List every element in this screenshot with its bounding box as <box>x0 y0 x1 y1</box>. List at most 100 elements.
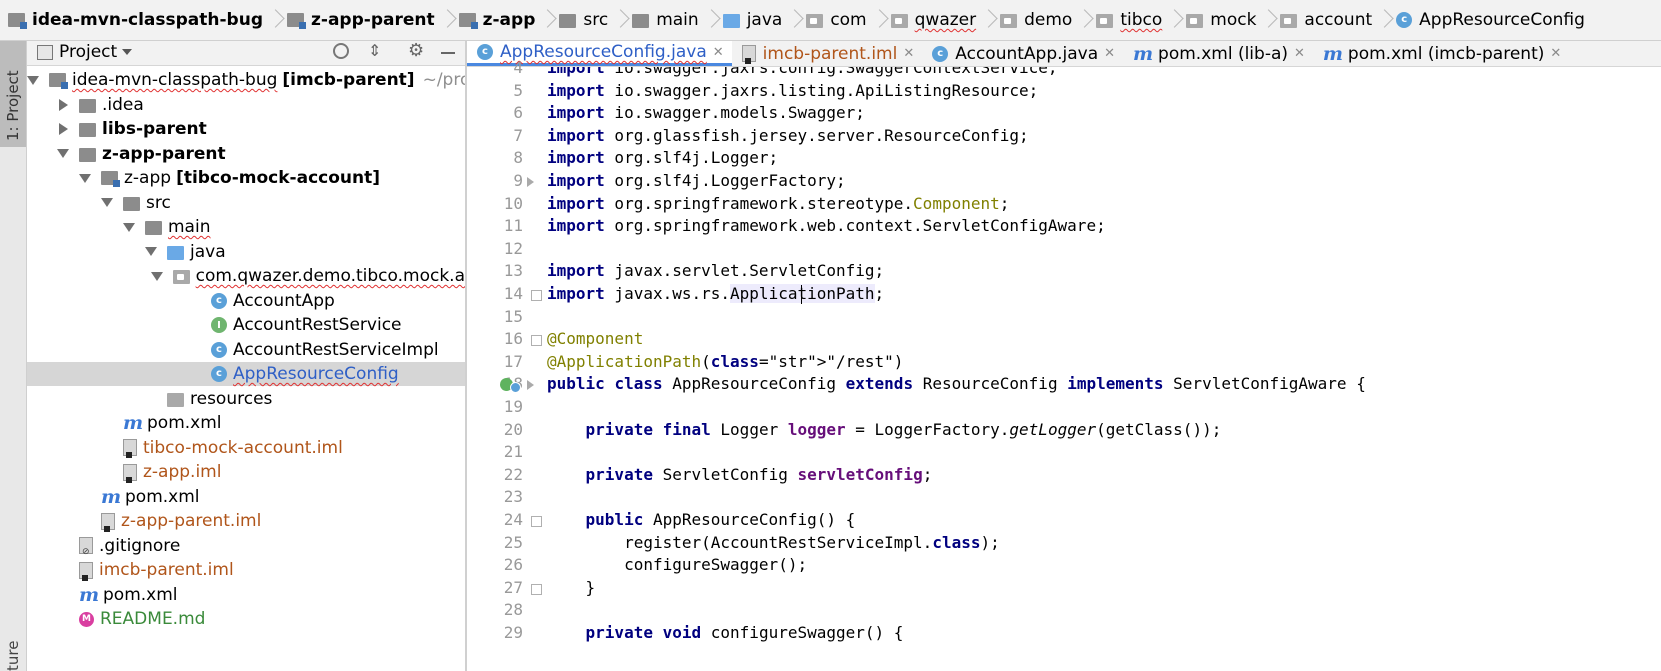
breadcrumb-item[interactable]: z-app-parent <box>279 0 441 40</box>
module-icon <box>101 171 120 187</box>
fold-marker-icon[interactable] <box>531 290 542 301</box>
tree-node[interactable]: I AccountRestService <box>27 313 465 337</box>
fold-marker-icon[interactable] <box>531 335 542 347</box>
package-icon <box>1186 14 1204 28</box>
tree-node[interactable]: M README.md <box>27 607 465 631</box>
tree-node[interactable]: idea-mvn-classpath-bug[imcb-parent] ~/pro <box>27 68 465 92</box>
breadcrumb-item[interactable]: idea-mvn-classpath-bug <box>0 0 269 40</box>
collapsed-arrow-icon[interactable] <box>59 98 68 111</box>
line-number: 13 <box>503 261 523 281</box>
tree-node[interactable]: libs-parent <box>27 117 465 141</box>
fold-marker-icon[interactable] <box>531 516 542 527</box>
expanded-arrow-icon[interactable] <box>123 222 135 232</box>
breadcrumb-item[interactable]: account <box>1272 0 1378 40</box>
editor-tab[interactable]: c AccountApp.java ✕ <box>922 41 1123 66</box>
editor-tabs: c AppResourceConfig.java ✕ imcb-parent.iml ✕… <box>467 41 1661 67</box>
project-view-dropdown-icon[interactable] <box>122 49 132 55</box>
tree-node[interactable]: c AppResourceConfig <box>27 362 465 386</box>
settings-gear-icon[interactable]: ⚙ <box>408 40 424 61</box>
tree-node[interactable]: c AccountRestServiceImpl <box>27 338 465 362</box>
tree-node[interactable]: m pom.xml <box>27 485 465 509</box>
tree-node[interactable]: com.qwazer.demo.tibco.mock.a <box>27 264 465 288</box>
close-tab-icon[interactable]: ✕ <box>1550 46 1561 61</box>
hide-panel-icon[interactable] <box>441 52 455 54</box>
tree-node[interactable]: src <box>27 191 465 215</box>
collapse-all-icon[interactable]: ⇕ <box>368 41 381 60</box>
breadcrumb-separator-icon <box>1262 9 1272 31</box>
project-tool-window-button[interactable]: 1: Project <box>0 41 26 147</box>
fold-arrow-icon[interactable] <box>527 177 534 187</box>
project-panel-header: Project ⇕ ⚙ <box>27 40 465 66</box>
expanded-arrow-icon[interactable] <box>57 149 69 158</box>
tree-node-label: com.qwazer.demo.tibco.mock.a <box>195 266 465 286</box>
line-number: 11 <box>503 216 523 236</box>
close-tab-icon[interactable]: ✕ <box>1104 46 1115 61</box>
editor-tab-label: pom.xml (lib-a) <box>1158 43 1289 64</box>
tree-node[interactable]: z-app-parent.iml <box>27 509 465 533</box>
maven-pom-icon: m <box>101 485 122 508</box>
code-line: register(AccountRestServiceImpl.class); <box>547 532 1000 552</box>
breadcrumb-item[interactable]: c AppResourceConfig <box>1388 0 1591 40</box>
breadcrumb-item[interactable]: tibco <box>1088 0 1168 40</box>
maven-pom-icon: m <box>79 583 100 606</box>
tree-node-label: AccountRestServiceImpl <box>233 339 439 360</box>
tree-node[interactable]: z-app.iml <box>27 460 465 484</box>
tree-node[interactable]: main <box>27 215 465 239</box>
tree-node-label: .idea <box>102 94 144 115</box>
implemented-method-gutter-icon[interactable] <box>510 382 521 393</box>
code-editor[interactable]: import io.swagger.jaxrs.config.SwaggerCo… <box>543 67 1661 671</box>
class-icon: c <box>211 366 227 382</box>
line-number: 12 <box>503 238 523 258</box>
editor-tab[interactable]: m pom.xml (imcb-parent) ✕ <box>1313 41 1569 66</box>
breadcrumb-item[interactable]: mock <box>1178 0 1262 40</box>
project-tree[interactable]: idea-mvn-classpath-bug[imcb-parent] ~/pro… <box>27 66 465 671</box>
breadcrumb-label: z-app <box>482 10 536 30</box>
breadcrumb-item[interactable]: java <box>715 0 789 40</box>
close-tab-icon[interactable]: ✕ <box>903 46 914 61</box>
tree-node-label: AccountApp <box>233 290 335 311</box>
tree-node[interactable]: .gitignore <box>27 534 465 558</box>
tree-node[interactable]: z-app [tibco-mock-account] <box>27 166 465 190</box>
fold-marker-icon[interactable] <box>531 583 542 595</box>
breadcrumb-item[interactable]: demo <box>992 0 1078 40</box>
tree-node-label: pom.xml <box>125 486 200 507</box>
locate-file-icon[interactable] <box>333 43 349 59</box>
tree-node[interactable]: resources <box>27 387 465 411</box>
editor-tab[interactable]: m pom.xml (lib-a) ✕ <box>1123 41 1313 66</box>
line-number: 9 <box>513 171 523 190</box>
fold-arrow-icon[interactable] <box>527 380 534 391</box>
editor-gutter[interactable]: 4567891011121314151617181920212223242526… <box>467 58 543 671</box>
tree-node[interactable]: m pom.xml <box>27 411 465 435</box>
close-tab-icon[interactable]: ✕ <box>713 45 724 60</box>
project-panel-title[interactable]: Project <box>59 42 117 62</box>
iml-file-icon <box>741 45 756 64</box>
tree-node[interactable]: m pom.xml <box>27 583 465 607</box>
expanded-arrow-icon[interactable] <box>27 75 39 85</box>
expanded-arrow-icon[interactable] <box>101 198 113 207</box>
iml-file-icon <box>123 463 137 483</box>
code-line: import org.slf4j.LoggerFactory; <box>547 171 846 190</box>
tree-node[interactable]: .idea <box>27 93 465 117</box>
tree-node[interactable]: imcb-parent.iml <box>27 558 465 582</box>
breadcrumb-separator-icon <box>614 9 624 31</box>
close-tab-icon[interactable]: ✕ <box>1294 46 1305 61</box>
expanded-arrow-icon[interactable] <box>150 271 163 281</box>
expanded-arrow-icon[interactable] <box>145 247 157 256</box>
tree-node[interactable]: java <box>27 240 465 264</box>
editor-tab[interactable]: imcb-parent.iml ✕ <box>732 41 923 66</box>
tree-node[interactable]: z-app-parent <box>27 142 465 166</box>
breadcrumb-separator-icon <box>1378 9 1388 31</box>
breadcrumb-item[interactable]: src <box>551 0 614 40</box>
breadcrumb-item[interactable]: z-app <box>451 0 542 40</box>
structure-tool-window-label[interactable]: ture <box>4 641 22 671</box>
code-line: import org.slf4j.Logger; <box>547 148 779 168</box>
breadcrumb-item[interactable]: com <box>798 0 872 40</box>
expanded-arrow-icon[interactable] <box>79 173 91 183</box>
breadcrumb-item[interactable]: qwazer <box>883 0 982 40</box>
tree-node[interactable]: c AccountApp <box>27 289 465 313</box>
code-line: } <box>547 577 596 597</box>
package-icon <box>806 14 824 28</box>
tree-node[interactable]: tibco-mock-account.iml <box>27 436 465 460</box>
collapsed-arrow-icon[interactable] <box>59 123 68 135</box>
breadcrumb-item[interactable]: main <box>624 0 704 40</box>
